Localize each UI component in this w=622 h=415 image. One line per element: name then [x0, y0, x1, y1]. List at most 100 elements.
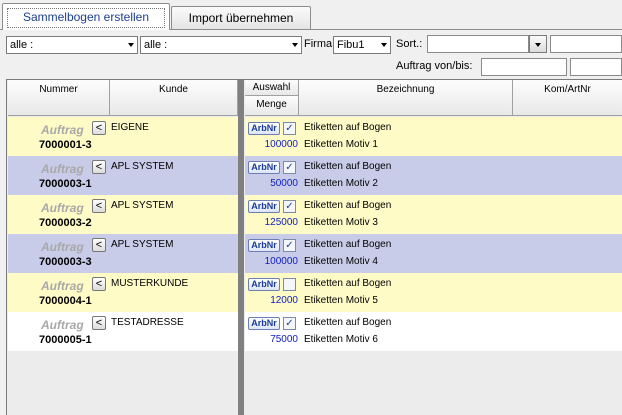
- tab-strip: Sammelbogen erstellen Import übernehmen: [0, 0, 622, 30]
- table-row[interactable]: ArbNr ✓ Etiketten auf Bogen 100000 Etike…: [245, 117, 622, 156]
- tab-label: Import übernehmen: [188, 11, 294, 25]
- chevron-down-icon: [535, 43, 541, 47]
- column-header-label: Bezeichnung: [376, 84, 435, 95]
- select-checkbox[interactable]: ✓: [283, 122, 296, 135]
- column-header-label: Menge: [256, 99, 287, 110]
- menge-cell: 125000: [264, 217, 298, 228]
- arbnr-button[interactable]: ArbNr: [248, 161, 280, 174]
- arbnr-button[interactable]: ArbNr: [248, 239, 280, 252]
- menge-cell: 100000: [264, 139, 298, 150]
- select-checkbox[interactable]: ✓: [283, 161, 296, 174]
- bezeichnung-line1: Etiketten auf Bogen: [304, 239, 392, 250]
- auftrag-link[interactable]: Auftrag: [41, 240, 84, 254]
- table-row[interactable]: Auftrag < TESTADRESSE 7000005-1: [8, 312, 238, 351]
- sort-label: Sort.:: [396, 38, 423, 50]
- nummer-cell: 7000001-3: [39, 139, 92, 151]
- table-row[interactable]: ArbNr ✓ Etiketten auf Bogen 75000 Etiket…: [245, 312, 622, 351]
- menge-cell: 50000: [270, 178, 298, 189]
- kunde-cell: APL SYSTEM: [111, 161, 174, 172]
- column-header-nummer[interactable]: Nummer: [8, 80, 110, 116]
- table-row[interactable]: ArbNr ✓ Etiketten auf Bogen 125000 Etike…: [245, 195, 622, 234]
- sort-input[interactable]: [427, 35, 529, 53]
- auftrag-link[interactable]: Auftrag: [41, 279, 84, 293]
- arbnr-button[interactable]: ArbNr: [248, 317, 280, 330]
- chevron-down-icon: [128, 43, 134, 47]
- kunde-cell: EIGENE: [111, 122, 149, 133]
- filter-select-2[interactable]: alle :: [140, 36, 302, 54]
- chevron-down-icon: [292, 43, 298, 47]
- auftrag-link[interactable]: Auftrag: [41, 123, 84, 137]
- column-header-label: Kom/ArtNr: [544, 84, 591, 95]
- nummer-cell: 7000004-1: [39, 295, 92, 307]
- bezeichnung-line1: Etiketten auf Bogen: [304, 161, 392, 172]
- nummer-cell: 7000003-3: [39, 256, 92, 268]
- arbnr-button[interactable]: ArbNr: [248, 200, 280, 213]
- back-button[interactable]: <: [92, 121, 106, 135]
- auftrag-bis-input[interactable]: [570, 58, 622, 76]
- column-header-bezeichnung[interactable]: Bezeichnung: [299, 80, 513, 116]
- back-button[interactable]: <: [92, 160, 106, 174]
- table-row[interactable]: ArbNr ✓ Etiketten auf Bogen 100000 Etike…: [245, 234, 622, 273]
- nummer-cell: 7000003-2: [39, 217, 92, 229]
- column-header-kunde[interactable]: Kunde: [110, 80, 238, 116]
- filter-select-2-value: alle :: [144, 39, 168, 51]
- menge-cell: 12000: [270, 295, 298, 306]
- firma-select[interactable]: Fibu1: [333, 36, 391, 54]
- table-row[interactable]: ArbNr ✓ Etiketten auf Bogen 50000 Etiket…: [245, 156, 622, 195]
- filter-select-1-value: alle :: [10, 39, 34, 51]
- back-button[interactable]: <: [92, 238, 106, 252]
- back-button[interactable]: <: [92, 316, 106, 330]
- bezeichnung-line2: Etiketten Motiv 4: [304, 256, 378, 267]
- table-row[interactable]: Auftrag < MUSTERKUNDE 7000004-1: [8, 273, 238, 312]
- chevron-down-icon: [381, 43, 387, 47]
- bezeichnung-line2: Etiketten Motiv 1: [304, 139, 378, 150]
- arbnr-button[interactable]: ArbNr: [248, 278, 280, 291]
- firma-label: Firma:: [304, 38, 336, 50]
- column-header-label: Kunde: [159, 84, 188, 95]
- select-checkbox[interactable]: ✓: [283, 239, 296, 252]
- bezeichnung-line1: Etiketten auf Bogen: [304, 122, 392, 133]
- table-row[interactable]: Auftrag < APL SYSTEM 7000003-1: [8, 156, 238, 195]
- bezeichnung-line2: Etiketten Motiv 3: [304, 217, 378, 228]
- column-header-menge[interactable]: Menge: [245, 96, 299, 116]
- filter-select-1[interactable]: alle :: [6, 36, 138, 54]
- auftrag-von-bis-label: Auftrag von/bis:: [396, 60, 473, 72]
- bezeichnung-line1: Etiketten auf Bogen: [304, 317, 392, 328]
- pane-splitter[interactable]: [238, 80, 244, 415]
- select-checkbox[interactable]: ✓: [283, 200, 296, 213]
- column-header-label: Auswahl: [252, 82, 291, 93]
- kunde-cell: APL SYSTEM: [111, 239, 174, 250]
- auftrag-link[interactable]: Auftrag: [41, 162, 84, 176]
- tab-sammelbogen-erstellen[interactable]: Sammelbogen erstellen: [2, 3, 170, 30]
- auftrag-link[interactable]: Auftrag: [41, 318, 84, 332]
- nummer-cell: 7000005-1: [39, 334, 92, 346]
- kunde-cell: TESTADRESSE: [111, 317, 184, 328]
- column-header-komartnr[interactable]: Kom/ArtNr: [513, 80, 622, 116]
- menge-cell: 75000: [270, 334, 298, 345]
- kunde-cell: APL SYSTEM: [111, 200, 174, 211]
- table-row[interactable]: Auftrag < APL SYSTEM 7000003-3: [8, 234, 238, 273]
- table-row[interactable]: ArbNr Etiketten auf Bogen 12000 Etikette…: [245, 273, 622, 312]
- bezeichnung-line1: Etiketten auf Bogen: [304, 278, 392, 289]
- menge-cell: 100000: [264, 256, 298, 267]
- sort-secondary-input[interactable]: [550, 35, 622, 53]
- select-checkbox[interactable]: ✓: [283, 317, 296, 330]
- bezeichnung-line1: Etiketten auf Bogen: [304, 200, 392, 211]
- table-row[interactable]: Auftrag < APL SYSTEM 7000003-2: [8, 195, 238, 234]
- select-checkbox[interactable]: [283, 278, 296, 291]
- arbnr-button[interactable]: ArbNr: [248, 122, 280, 135]
- sort-dropdown-button[interactable]: [529, 35, 547, 53]
- column-header-auswahl[interactable]: Auswahl: [245, 80, 299, 96]
- tab-label: Sammelbogen erstellen: [22, 10, 150, 24]
- bezeichnung-line2: Etiketten Motiv 6: [304, 334, 378, 345]
- bezeichnung-line2: Etiketten Motiv 2: [304, 178, 378, 189]
- back-button[interactable]: <: [92, 277, 106, 291]
- bezeichnung-line2: Etiketten Motiv 5: [304, 295, 378, 306]
- tab-import-uebernehmen[interactable]: Import übernehmen: [171, 6, 311, 29]
- back-button[interactable]: <: [92, 199, 106, 213]
- table-row[interactable]: Auftrag < EIGENE 7000001-3: [8, 117, 238, 156]
- auftrag-von-input[interactable]: [481, 58, 567, 76]
- kunde-cell: MUSTERKUNDE: [111, 278, 189, 289]
- column-header-label: Nummer: [39, 84, 78, 95]
- auftrag-link[interactable]: Auftrag: [41, 201, 84, 215]
